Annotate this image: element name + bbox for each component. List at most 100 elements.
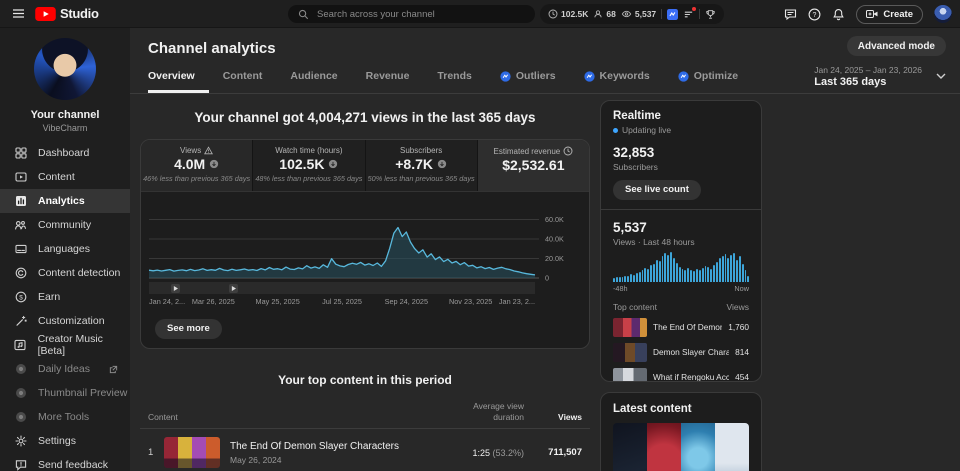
- sidebar-item-thumbnail-preview[interactable]: Thumbnail Preview: [0, 381, 130, 405]
- realtime-views-label: Views · Last 48 hours: [613, 236, 695, 247]
- realtime-bar: [658, 261, 661, 282]
- video-title: The End Of Demon Slayer...: [653, 322, 723, 332]
- channel-stat: 5,537: [621, 9, 656, 19]
- sidebar-item-settings[interactable]: Settings: [0, 429, 130, 453]
- warning-icon: [204, 146, 214, 155]
- video-thumbnail[interactable]: [164, 437, 220, 469]
- realtime-bar: [704, 265, 707, 282]
- sidebar-item-customization[interactable]: Customization: [0, 309, 130, 333]
- see-more-button[interactable]: See more: [155, 318, 222, 339]
- sidebar-item-community[interactable]: Community: [0, 213, 130, 237]
- search-input[interactable]: Search across your channel: [288, 5, 535, 23]
- youtube-studio-logo[interactable]: Studio: [35, 6, 99, 21]
- sidebar-item-creator-music-beta[interactable]: Creator Music [Beta]: [0, 333, 130, 357]
- sidebar-item-daily-ideas[interactable]: Daily Ideas: [0, 357, 130, 381]
- metric-subscribers[interactable]: Subscribers +8.7K 50% less than previous …: [365, 140, 478, 191]
- realtime-bar: [690, 269, 693, 282]
- svg-text:60.0K: 60.0K: [545, 215, 564, 224]
- extension-badge-icon[interactable]: [667, 8, 679, 20]
- extension-circle-icon: [14, 411, 27, 423]
- realtime-bar: [698, 270, 701, 282]
- column-content: Content: [148, 412, 178, 423]
- tab-audience[interactable]: Audience: [276, 70, 351, 93]
- realtime-bar: [670, 251, 673, 282]
- tab-badge-icon: [500, 70, 511, 82]
- thumbnail-panel: [681, 423, 715, 471]
- realtime-bar: [687, 268, 690, 282]
- realtime-bar: [664, 253, 667, 282]
- tab-trends[interactable]: Trends: [423, 70, 485, 93]
- create-button[interactable]: Create: [856, 4, 923, 24]
- analytics-tabs: Overview Content Audience Revenue Trends Outl…: [130, 70, 752, 93]
- realtime-bar: [647, 268, 650, 282]
- metric-estimated-revenue[interactable]: Estimated revenue $2,532.61: [477, 140, 589, 191]
- settings-icon: [14, 435, 27, 447]
- realtime-bar: [661, 256, 664, 282]
- realtime-content-item[interactable]: The End Of Demon Slayer... 1,760: [613, 317, 749, 337]
- views-column-label: Views: [726, 301, 749, 312]
- sidebar-item-analytics[interactable]: Analytics: [0, 189, 130, 213]
- channel-avatar[interactable]: [34, 38, 96, 100]
- updating-live-label: Updating live: [622, 125, 672, 135]
- sidebar-item-languages[interactable]: Languages: [0, 237, 130, 261]
- help-icon[interactable]: ?: [808, 8, 821, 21]
- metric-views[interactable]: Views 4.0M 46% less than previous 365 day…: [141, 140, 254, 191]
- sidebar-item-more-tools[interactable]: More Tools: [0, 405, 130, 429]
- realtime-bar: [644, 268, 647, 282]
- see-live-count-button[interactable]: See live count: [613, 179, 701, 200]
- top-content-section: Your top content in this period Content …: [140, 373, 590, 469]
- trophy-icon[interactable]: [705, 9, 716, 20]
- sidebar-item-content[interactable]: Content: [0, 165, 130, 189]
- axis-end-label: Now: [734, 283, 749, 293]
- feedback-bubble-icon[interactable]: [784, 8, 797, 21]
- tab-outliers[interactable]: Outliers: [486, 70, 570, 93]
- realtime-bar-chart[interactable]: [613, 251, 750, 282]
- realtime-content-item[interactable]: Demon Slayer Character an... 814: [613, 342, 749, 362]
- chevron-down-icon: [936, 73, 946, 79]
- realtime-bar: [633, 274, 635, 282]
- thumbnail-panel: [613, 423, 647, 471]
- tab-keywords[interactable]: Keywords: [570, 70, 664, 93]
- subscribers-label: Subscribers: [613, 162, 658, 172]
- video-title[interactable]: The End Of Demon Slayer Characters: [230, 441, 444, 452]
- stats-sort-icon[interactable]: [683, 6, 697, 20]
- table-row[interactable]: 1 The End Of Demon Slayer Characters May…: [140, 429, 590, 469]
- realtime-bar: [735, 259, 738, 282]
- realtime-bar: [627, 275, 630, 282]
- advanced-mode-button[interactable]: Advanced mode: [846, 36, 946, 56]
- realtime-bar: [727, 257, 730, 282]
- axis-start-label: -48h: [613, 283, 628, 293]
- realtime-bar: [650, 265, 653, 282]
- sidebar-item-content-detection[interactable]: Content detection: [0, 261, 130, 285]
- thumbnail-panel: [715, 423, 749, 471]
- views-headline: Your channel got 4,004,271 views in the …: [194, 110, 536, 125]
- date-range-picker[interactable]: Jan 24, 2025 – Jan 23, 2026 Last 365 day…: [814, 65, 946, 88]
- realtime-bar: [693, 270, 695, 282]
- account-avatar[interactable]: [934, 5, 952, 23]
- hamburger-menu-icon[interactable]: [12, 7, 25, 20]
- realtime-bar: [635, 273, 638, 282]
- realtime-content-item[interactable]: What if Rengoku Accept Ak... 454: [613, 367, 749, 381]
- x-tick-label: May 25, 2025: [255, 297, 300, 306]
- realtime-bar: [718, 258, 721, 282]
- tab-revenue[interactable]: Revenue: [352, 70, 424, 93]
- create-label: Create: [883, 8, 913, 20]
- views-chart[interactable]: 60.0K 40.0K 20.0K 0 Jan 24, 2... Mar 26, 202…: [149, 196, 583, 310]
- tab-optimize[interactable]: Optimize: [664, 70, 752, 93]
- realtime-bar: [738, 256, 741, 282]
- views-value: 711,507: [548, 447, 582, 459]
- tab-content[interactable]: Content: [209, 70, 277, 93]
- sidebar-item-earn[interactable]: $ Earn: [0, 285, 130, 309]
- tab-badge-icon: [678, 70, 689, 82]
- live-dot-icon: [613, 127, 618, 133]
- video-publish-marker-icon[interactable]: [229, 283, 238, 293]
- latest-video-thumbnail[interactable]: [613, 423, 749, 471]
- video-publish-marker-icon[interactable]: [171, 283, 180, 293]
- notifications-bell-icon[interactable]: [832, 8, 845, 21]
- tab-overview[interactable]: Overview: [148, 70, 209, 93]
- realtime-bar: [724, 253, 727, 282]
- sidebar-item-dashboard[interactable]: Dashboard: [0, 141, 130, 165]
- sidebar-item-send-feedback[interactable]: Send feedback: [0, 453, 130, 471]
- metric-watch-time-hours[interactable]: Watch time (hours) 102.5K 48% less than p…: [253, 140, 366, 191]
- column-views[interactable]: Views: [524, 412, 582, 422]
